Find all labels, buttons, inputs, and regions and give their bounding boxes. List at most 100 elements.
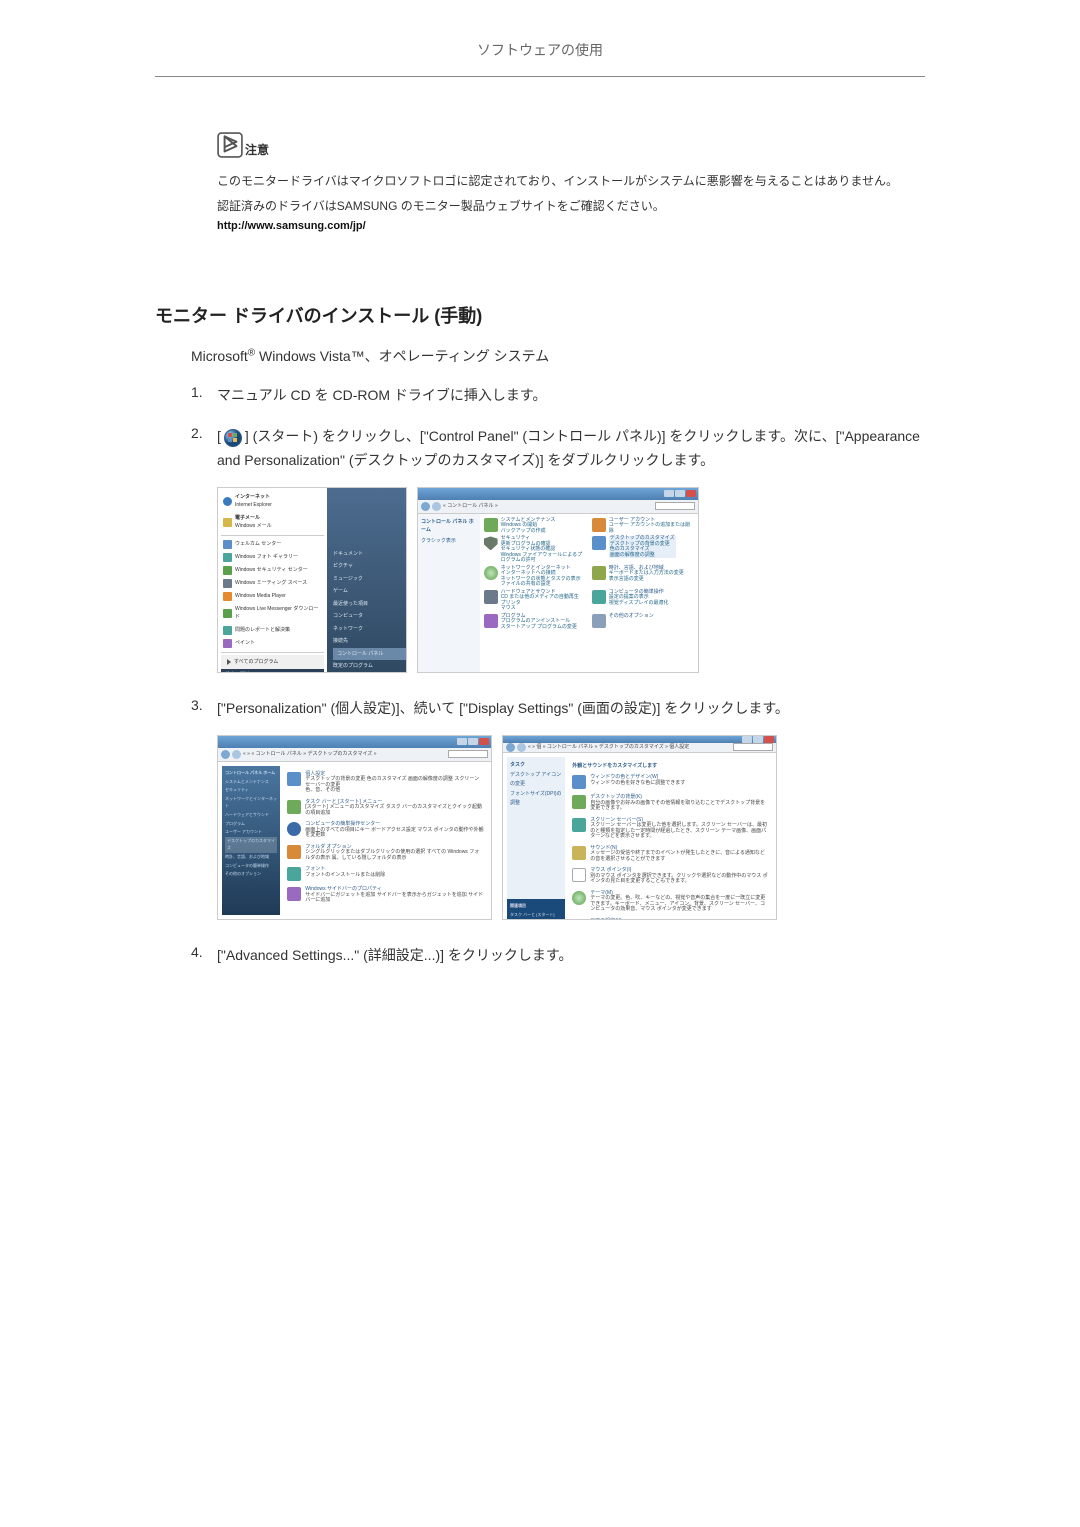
step-3-images: « » « コントロール パネル » デスクトップのカスタマイズ » コントロー…: [217, 735, 925, 920]
cp-other: その他のオプション: [609, 614, 654, 620]
page-title: ソフトウェアの使用: [477, 42, 603, 58]
clock-icon: [592, 566, 606, 580]
sm-email: 電子メール: [235, 515, 260, 521]
pr-ss-a: スクリーン セーバーは変更した他を選択します。スクリーン セーバーは、最初のと種…: [590, 823, 769, 840]
ps2-tasks: タスク: [510, 760, 562, 771]
sm-music: ミュージック: [333, 573, 406, 586]
sm-connect: 接続先: [333, 635, 406, 648]
step-2-images: インターネットInternet Explorer 電子メールWindows メー…: [217, 487, 925, 673]
sm-games: ゲーム: [333, 585, 406, 598]
sm-all: すべてのプログラム: [234, 658, 278, 667]
notice-link[interactable]: http://www.samsung.com/jp/: [217, 220, 925, 232]
intro-post: Windows Vista™、オペレーティング システム: [255, 348, 549, 364]
pr-mouse-a: 別のマウス ポインタを選択できます。クリックや選択などの動作中のマウス ポインタ…: [590, 874, 769, 885]
pr-color-a: ウィンドウの色を好きな色に調整できます: [590, 781, 685, 787]
appearance-icon: [592, 536, 606, 550]
mouse-icon: [572, 868, 586, 882]
cp-user-a: ユーザー アカウントの追加または削除: [609, 523, 694, 534]
user-icon: [592, 518, 606, 532]
back-button: [421, 502, 430, 511]
sm-cp: コントロール パネル: [333, 648, 406, 661]
cp-ease-b: 視覚ディスプレイの最適化: [609, 601, 669, 607]
close-button: [764, 736, 774, 743]
paint-icon: [223, 639, 232, 648]
pr-intro: 外観とサウンドをカスタマイズします: [572, 760, 769, 773]
problem-icon: [223, 626, 232, 635]
pers-sidebar: コントロール パネル ホーム システムとメンテナンス セキュリティ ネットワーク…: [222, 766, 280, 915]
min-button: [664, 490, 674, 497]
ie-icon: [223, 497, 232, 506]
ease-icon: [287, 822, 301, 836]
other-icon: [592, 614, 606, 628]
step-4: 4. ["Advanced Settings..." (詳細設定...)] をク…: [191, 944, 925, 968]
sm-defaults: 既定のプログラム: [333, 660, 406, 673]
taskbar-icon: [287, 800, 301, 814]
step-1-num: 1.: [191, 384, 217, 400]
cp-security-c: Windows ファイアウォールによるプログラムの許可: [501, 553, 586, 564]
sm-welcome: ウェルカム センター: [235, 540, 281, 549]
font-icon: [287, 867, 301, 881]
ease-icon: [592, 590, 606, 604]
ps-j: その他のオプション: [225, 870, 277, 879]
notice-text-2: 認証済みのドライバはSAMSUNG のモニター製品ウェブサイトをご確認ください。: [217, 195, 925, 218]
pers2-sidebar: タスク デスクトップ アイコンの変更 フォントサイズ(DPI)の調整 関連項目 …: [507, 757, 565, 920]
sm-pics: ピクチャ: [333, 560, 406, 573]
step-4-num: 4.: [191, 944, 217, 960]
system-icon: [484, 518, 498, 532]
ps-b: セキュリティ: [225, 786, 277, 795]
cp-search: [655, 502, 695, 510]
max-button: [675, 490, 685, 497]
sm-internet-sub: Internet Explorer: [235, 502, 272, 508]
sound-icon: [572, 846, 586, 860]
sm-recent: 最近使った項目: [333, 598, 406, 611]
ps-f: ユーザー アカウント: [225, 828, 277, 837]
notice-text-1: このモニタードライバはマイクロソフトロゴに認定されており、インストールがシステム…: [217, 170, 925, 193]
sm-search: 検索の開始: [221, 669, 324, 673]
mail-icon: [223, 518, 232, 527]
pl-task-a: [スタート] メニューのカスタマイズ タスク バーのカスタマイズとクイック起動の…: [305, 805, 484, 816]
ps-a: システムとメンテナンス: [225, 778, 277, 787]
pl-fonts-a: フォントのインストールまたは削除: [305, 873, 385, 879]
fwd-button: [517, 743, 526, 752]
cp-breadcrumb: « コントロール パネル »: [443, 502, 653, 511]
control-panel-screenshot: « コントロール パネル » コントロール パネル ホーム クラシック表示 シス…: [417, 487, 699, 673]
ps-home: コントロール パネル ホーム: [225, 769, 277, 778]
cp-clock-b: 表示言語の変更: [609, 577, 684, 583]
close-button: [479, 738, 489, 745]
pers-icon: [287, 772, 301, 786]
pr-bg-a: 自分の画像やお好みの画像でその他情報を取り込むことでデスクトップ背景を変更できま…: [590, 801, 769, 812]
shield-icon: [484, 536, 498, 550]
cp-side-classic: クラシック表示: [421, 536, 477, 547]
sm-docs: ドキュメント: [333, 548, 406, 561]
notice-heading: 注意: [217, 132, 925, 158]
start-menu-screenshot: インターネットInternet Explorer 電子メールWindows メー…: [217, 487, 407, 673]
back-button: [506, 743, 515, 752]
step-3-text: ["Personalization" (個人設定)]、続いて ["Display…: [217, 700, 789, 716]
start-orb-icon: [223, 428, 243, 448]
sm-problem: 問題のレポートと解決策: [235, 626, 290, 635]
close-button: [686, 490, 696, 497]
notice-section: 注意 このモニタードライバはマイクロソフトロゴに認定されており、インストールがシ…: [217, 132, 925, 232]
pr-display: 画面の設定(Y): [590, 919, 769, 920]
pers-search-2: [733, 743, 773, 751]
sm-paint: ペイント: [235, 639, 255, 648]
pr-theme-a: テーマの変更。色、吹、キーなどの、視覚や音声の集合を一度に一既立に変更できます。…: [590, 896, 769, 913]
folder-icon: [287, 845, 301, 859]
ps2-r1: タスク バーと [スタート]: [510, 911, 562, 920]
sm-media: Windows Media Player: [235, 592, 286, 601]
min-button: [742, 736, 752, 743]
sidebar-icon: [287, 887, 301, 901]
pr-sound-a: メッセージの受信や終了までのイベントが発生したときに、音による通知などの音を選択…: [590, 851, 769, 862]
ps-e: プログラム: [225, 820, 277, 829]
ps-c: ネットワークとインターネット: [225, 795, 277, 811]
cp-network-c: ファイルの共有の設定: [501, 582, 581, 588]
cp-appearance-c: 画面の解像度の調整: [610, 553, 675, 559]
step-2: 2. [] (スタート) をクリックし、["Control Panel" (コン…: [191, 425, 925, 679]
sm-computer: コンピュータ: [333, 610, 406, 623]
step-1: 1. マニュアル CD を CD-ROM ドライブに挿入します。: [191, 384, 925, 408]
hardware-icon: [484, 590, 498, 604]
appearance-screenshot: « » « コントロール パネル » デスクトップのカスタマイズ » コントロー…: [217, 735, 492, 920]
step-1-text: マニュアル CD を CD-ROM ドライブに挿入します。: [217, 384, 925, 408]
steps-list: 1. マニュアル CD を CD-ROM ドライブに挿入します。 2. [] (…: [191, 384, 925, 968]
ps2-t1: デスクトップ アイコンの変更: [510, 770, 562, 789]
